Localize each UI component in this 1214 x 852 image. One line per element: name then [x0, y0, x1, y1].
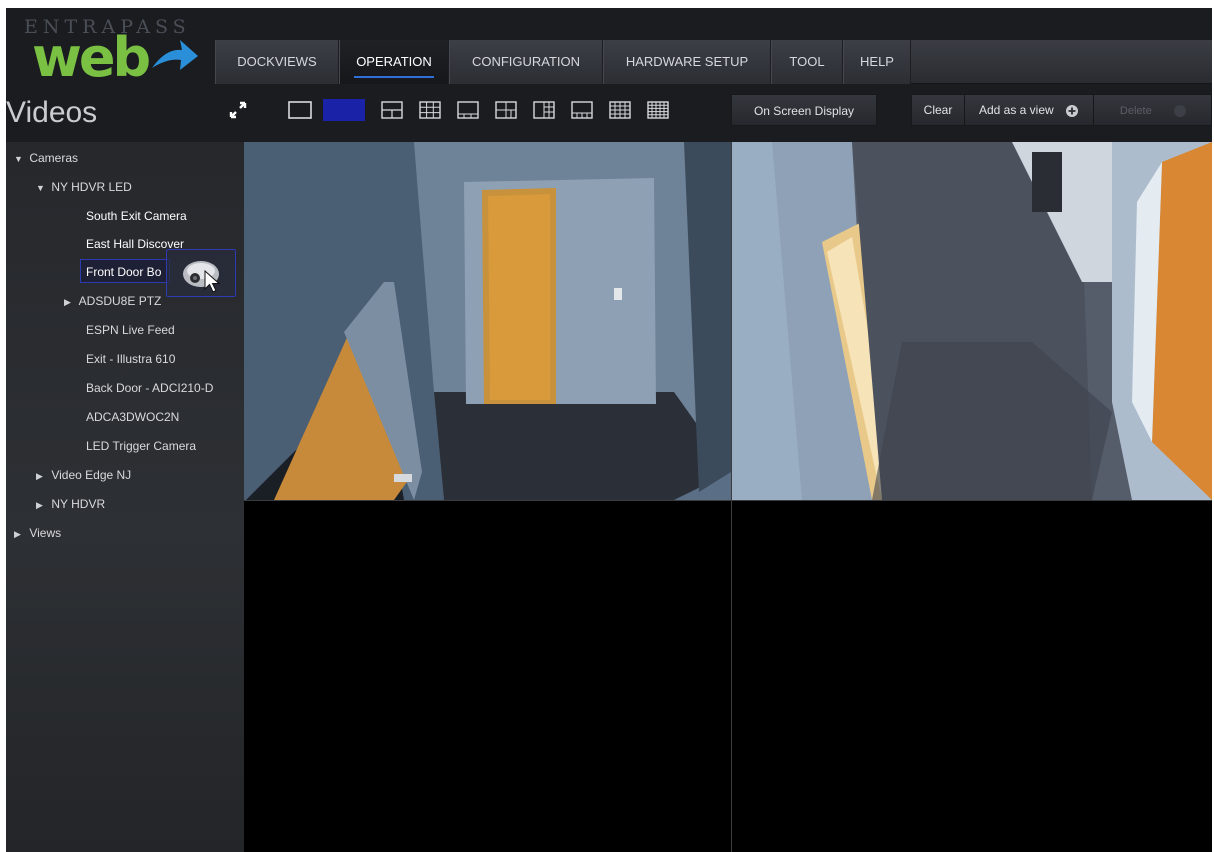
- layout-1plus12-button[interactable]: [565, 96, 599, 124]
- tree-item-ny-hdvr-led[interactable]: ▼ NY HDVR LED: [36, 175, 132, 199]
- clear-button[interactable]: Clear: [912, 95, 964, 125]
- tree-item-views[interactable]: ▶ Views: [14, 521, 61, 545]
- video-grid: [244, 142, 1212, 852]
- drag-preview: [166, 249, 236, 297]
- tree-item-label: ESPN Live Feed: [86, 323, 175, 337]
- expand-arrow-icon[interactable]: ▼: [36, 176, 48, 200]
- app-window: ENTRAPASS web Videos DOCKVIEWS OPERATION…: [6, 8, 1212, 852]
- tree-item-camera[interactable]: ADCA3DWOC2N: [86, 405, 179, 429]
- video-tile-bottom-left[interactable]: [244, 501, 731, 852]
- mouse-cursor-icon: [204, 270, 221, 293]
- camera-feed-hallway-icon: [244, 142, 731, 500]
- active-tab-indicator: [354, 76, 434, 78]
- tree-item-camera[interactable]: LED Trigger Camera: [86, 434, 196, 458]
- layout-4x4-button[interactable]: [603, 96, 637, 124]
- tab-operation[interactable]: OPERATION: [339, 40, 449, 84]
- tree-item-label: NY HDVR LED: [51, 180, 132, 194]
- layout-1x1-icon: [288, 101, 312, 119]
- tab-dockviews[interactable]: DOCKVIEWS: [215, 40, 339, 84]
- tab-label: CONFIGURATION: [471, 54, 581, 69]
- tree-item-video-edge-nj[interactable]: ▶ Video Edge NJ: [36, 463, 131, 487]
- expand-arrow-icon[interactable]: ▼: [14, 147, 26, 171]
- page-title: Videos: [6, 96, 98, 129]
- tab-label: HARDWARE SETUP: [625, 54, 749, 69]
- layout-5x5-icon: [647, 101, 669, 119]
- layout-2plus8-icon: [533, 101, 555, 119]
- video-tile-top-left[interactable]: [244, 142, 731, 500]
- tree-item-ptz-group[interactable]: ▶ ADSDU8E PTZ: [64, 289, 161, 313]
- expand-arrow-icon[interactable]: ▶: [64, 290, 76, 314]
- tree-item-ny-hdvr[interactable]: ▶ NY HDVR: [36, 492, 105, 516]
- camera-tree-panel: ▼ Cameras ▼ NY HDVR LED South Exit Camer…: [6, 142, 244, 852]
- delete-button[interactable]: Delete: [1094, 95, 1212, 125]
- tree-item-label: Cameras: [29, 151, 79, 165]
- layout-1plus5-button[interactable]: [451, 96, 485, 124]
- view-actions-group: Clear Add as a view Delete: [911, 94, 1212, 126]
- tab-tool[interactable]: TOOL: [771, 40, 843, 84]
- video-tile-top-right[interactable]: [732, 142, 1212, 500]
- add-as-view-label: Add as a view: [978, 103, 1054, 117]
- layout-5x5-button[interactable]: [641, 96, 675, 124]
- entrapass-web-logo: ENTRAPASS web: [6, 8, 216, 98]
- grid-divider-vertical: [731, 142, 732, 852]
- fullscreen-button[interactable]: [221, 96, 255, 124]
- layout-3x3-button[interactable]: [413, 96, 447, 124]
- tab-configuration[interactable]: CONFIGURATION: [449, 40, 603, 84]
- tree-item-label: ADSDU8E PTZ: [78, 294, 162, 308]
- tree-item-camera[interactable]: South Exit Camera: [86, 204, 187, 228]
- video-tile-bottom-right[interactable]: [732, 501, 1212, 852]
- remove-circle-icon: [1174, 104, 1187, 117]
- tree-item-camera[interactable]: ESPN Live Feed: [86, 318, 175, 342]
- tab-help[interactable]: HELP: [843, 40, 911, 84]
- expand-arrow-icon[interactable]: ▶: [14, 522, 26, 546]
- layout-1plus12-icon: [571, 101, 593, 119]
- camera-feed-corridor-icon: [732, 142, 1212, 500]
- delete-label: Delete: [1119, 105, 1152, 117]
- plus-circle-icon: [1066, 104, 1079, 117]
- tree-item-camera[interactable]: Back Door - ADCI210-D: [86, 376, 213, 400]
- layout-2plus8-button[interactable]: [527, 96, 561, 124]
- layout-1x1-button[interactable]: [283, 96, 317, 124]
- tree-item-label: Views: [29, 526, 62, 540]
- layout-2x2-button[interactable]: [321, 96, 367, 124]
- logo-main-text: web: [32, 26, 151, 89]
- expand-arrow-icon[interactable]: ▶: [36, 464, 48, 488]
- main-menu: DOCKVIEWS OPERATION CONFIGURATION HARDWA…: [215, 40, 1212, 84]
- tree-item-label: South Exit Camera: [86, 209, 187, 223]
- layout-1plus7-button[interactable]: [489, 96, 523, 124]
- tree-item-camera[interactable]: Exit - Illustra 610: [86, 347, 175, 371]
- layout-4x4-icon: [609, 101, 631, 119]
- tree-item-label: ADCA3DWOC2N: [86, 410, 180, 424]
- video-toolbar: On Screen Display Clear Add as a view De…: [215, 88, 1212, 136]
- tab-label: OPERATION: [356, 54, 432, 69]
- expand-icon: [229, 101, 247, 119]
- tree-item-label: Exit - Illustra 610: [86, 352, 176, 366]
- grid-divider-horizontal: [244, 500, 1212, 501]
- tab-label: TOOL: [789, 54, 825, 69]
- layout-1plus5-icon: [457, 101, 479, 119]
- layout-1plus7-icon: [495, 101, 517, 119]
- logo-arrow-icon: [152, 40, 198, 70]
- layout-2x2-icon: [323, 99, 365, 121]
- tree-item-camera-selected[interactable]: Front Door Bo: [86, 260, 161, 284]
- tree-item-label: Front Door Bo: [86, 265, 162, 279]
- layout-1plus3-button[interactable]: [375, 96, 409, 124]
- layout-3x3-icon: [419, 101, 441, 119]
- tab-hardware-setup[interactable]: HARDWARE SETUP: [603, 40, 771, 84]
- tree-item-label: Back Door - ADCI210-D: [86, 381, 214, 395]
- tree-item-label: LED Trigger Camera: [86, 439, 197, 453]
- tree-item-label: Video Edge NJ: [51, 468, 132, 482]
- tree-item-cameras[interactable]: ▼ Cameras: [14, 146, 78, 170]
- tab-label: DOCKVIEWS: [237, 54, 317, 69]
- tab-label: HELP: [860, 54, 894, 69]
- expand-arrow-icon[interactable]: ▶: [36, 493, 48, 517]
- on-screen-display-button[interactable]: On Screen Display: [731, 94, 877, 126]
- layout-1plus3-icon: [381, 101, 403, 119]
- tree-item-label: NY HDVR: [51, 497, 106, 511]
- add-as-view-button[interactable]: Add as a view: [965, 95, 1093, 125]
